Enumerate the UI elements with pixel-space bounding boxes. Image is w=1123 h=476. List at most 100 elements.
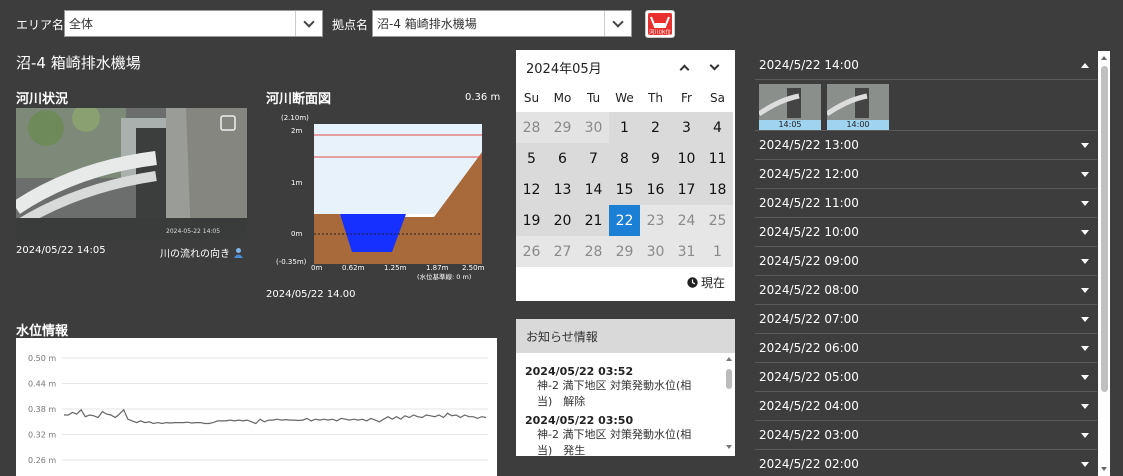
baseline-note: (水位基準線: 0 m) bbox=[417, 272, 471, 281]
expand-icon[interactable] bbox=[1081, 229, 1089, 235]
history-item[interactable]: 2024/5/22 08:00 bbox=[755, 276, 1097, 305]
x-label: 0m bbox=[311, 264, 322, 272]
calendar-day[interactable]: 15 bbox=[609, 174, 640, 205]
history-item-expanded[interactable]: 2024/5/22 14:00 bbox=[755, 51, 1097, 80]
camera-overlay-text: 2024-05-22 14:05 bbox=[166, 228, 220, 235]
weekday-label: Tu bbox=[578, 84, 609, 112]
history-item[interactable]: 2024/5/22 09:00 bbox=[755, 247, 1097, 276]
chevron-down-icon[interactable] bbox=[703, 57, 725, 77]
calendar-day[interactable]: 17 bbox=[671, 174, 702, 205]
calendar-day[interactable]: 5 bbox=[516, 143, 547, 174]
expand-icon[interactable] bbox=[1081, 432, 1089, 438]
flow-direction-icon bbox=[234, 248, 243, 258]
history-item[interactable]: 2024/5/22 03:00 bbox=[755, 421, 1097, 450]
expand-icon[interactable] bbox=[1081, 316, 1089, 322]
calendar-day[interactable]: 18 bbox=[702, 174, 733, 205]
collapse-icon[interactable] bbox=[1081, 62, 1089, 68]
site-select[interactable]: 沼-4 箱崎排水機場 bbox=[372, 10, 632, 37]
notice-scrollbar[interactable] bbox=[725, 357, 733, 453]
expand-icon[interactable] bbox=[1081, 287, 1089, 293]
river-camera-image[interactable]: 2024-05-22 14:05 bbox=[16, 108, 247, 239]
expand-icon[interactable] bbox=[1081, 200, 1089, 206]
thumbnail-time: 14:05 bbox=[759, 120, 821, 130]
y-tick-label: 0.38 m bbox=[28, 405, 56, 414]
history-thumbnails: 14:05 14:00 bbox=[755, 80, 1097, 131]
expand-icon[interactable] bbox=[1081, 345, 1089, 351]
expand-icon[interactable] bbox=[1081, 171, 1089, 177]
expand-icon[interactable] bbox=[1081, 461, 1089, 467]
chevron-up-icon[interactable] bbox=[673, 57, 695, 77]
expand-icon[interactable] bbox=[1081, 403, 1089, 409]
calendar-day[interactable]: 21 bbox=[578, 205, 609, 236]
calendar-day[interactable]: 7 bbox=[578, 143, 609, 174]
x-label: 0.62m bbox=[342, 264, 365, 272]
y-tick-label: 0.44 m bbox=[28, 380, 56, 389]
history-item-label: 2024/5/22 14:00 bbox=[759, 58, 859, 72]
history-item[interactable]: 2024/5/22 04:00 bbox=[755, 392, 1097, 421]
calendar-day[interactable]: 9 bbox=[640, 143, 671, 174]
calendar-day: 31 bbox=[671, 236, 702, 267]
calendar-day: 1 bbox=[702, 236, 733, 267]
history-item[interactable]: 2024/5/22 10:00 bbox=[755, 218, 1097, 247]
history-item[interactable]: 2024/5/22 06:00 bbox=[755, 334, 1097, 363]
flow-direction: 川の流れの向き bbox=[160, 245, 244, 260]
calendar-day: 26 bbox=[516, 236, 547, 267]
calendar-day[interactable]: 13 bbox=[547, 174, 578, 205]
calendar-day[interactable]: 4 bbox=[702, 112, 733, 143]
history-item-label: 2024/5/22 05:00 bbox=[759, 370, 859, 384]
history-item[interactable]: 2024/5/22 02:00 bbox=[755, 450, 1097, 476]
calendar-day[interactable]: 8 bbox=[609, 143, 640, 174]
history-item[interactable]: 2024/5/22 11:00 bbox=[755, 189, 1097, 218]
calendar-day[interactable]: 12 bbox=[516, 174, 547, 205]
cross-section-timestamp: 2024/05/22 14.00 bbox=[266, 289, 356, 300]
calendar-day: 23 bbox=[640, 205, 671, 236]
calendar-day: 28 bbox=[516, 112, 547, 143]
calendar-day[interactable]: 19 bbox=[516, 205, 547, 236]
notice-title: お知らせ情報 bbox=[516, 319, 735, 353]
notice-date: 2024/05/22 03:50 bbox=[525, 414, 634, 427]
y-label: 0m bbox=[291, 230, 302, 238]
y-tick-label: 0.50 m bbox=[28, 354, 56, 363]
expand-icon[interactable] bbox=[1081, 374, 1089, 380]
thumbnail-time: 14:00 bbox=[827, 120, 889, 130]
calendar-day-selected[interactable]: 22 bbox=[609, 205, 640, 236]
history-item[interactable]: 2024/5/22 12:00 bbox=[755, 160, 1097, 189]
history-item-label: 2024/5/22 09:00 bbox=[759, 254, 859, 268]
history-thumbnail[interactable]: 14:05 bbox=[757, 84, 821, 130]
weekday-label: Fr bbox=[671, 84, 702, 112]
history-item-label: 2024/5/22 03:00 bbox=[759, 428, 859, 442]
calendar-days: 28 29 30 1 2 3 4 5 6 7 8 9 10 11 12 13 14 15 16 17 18 19 20 21 2… bbox=[516, 112, 735, 267]
history-item-label: 2024/5/22 13:00 bbox=[759, 138, 859, 152]
area-select[interactable]: 全体 bbox=[64, 10, 323, 37]
notice-list: 2024/05/22 03:52 神-2 満下地区 対策発動水位(相 当) 解除… bbox=[516, 353, 735, 456]
now-button[interactable]: 現在 bbox=[516, 267, 735, 291]
calendar-day[interactable]: 20 bbox=[547, 205, 578, 236]
history-item[interactable]: 2024/5/22 05:00 bbox=[755, 363, 1097, 392]
calendar-day[interactable]: 1 bbox=[609, 112, 640, 143]
calendar-day[interactable]: 16 bbox=[640, 174, 671, 205]
calendar-day[interactable]: 14 bbox=[578, 174, 609, 205]
history-scrollbar[interactable] bbox=[1098, 51, 1110, 476]
calendar-day[interactable]: 3 bbox=[671, 112, 702, 143]
history-item[interactable]: 2024/5/22 13:00 bbox=[755, 131, 1097, 160]
chevron-down-icon[interactable] bbox=[604, 11, 631, 36]
calendar-day: 29 bbox=[547, 112, 578, 143]
site-title: 沼-4 箱崎排水機場 bbox=[16, 54, 141, 72]
calendar-day[interactable]: 2 bbox=[640, 112, 671, 143]
expand-icon[interactable] bbox=[1081, 142, 1089, 148]
river-water-level-button[interactable]: 河川水位 bbox=[645, 10, 675, 38]
history-item-label: 2024/5/22 12:00 bbox=[759, 167, 859, 181]
site-label: 拠点名 bbox=[332, 18, 369, 32]
history-thumbnail[interactable]: 14:00 bbox=[825, 84, 889, 130]
calendar-day[interactable]: 10 bbox=[671, 143, 702, 174]
river-status-title: 河川状況 bbox=[16, 92, 69, 107]
chevron-down-icon[interactable] bbox=[295, 11, 322, 36]
expand-icon[interactable] bbox=[1081, 258, 1089, 264]
history-item[interactable]: 2024/5/22 07:00 bbox=[755, 305, 1097, 334]
x-label: 1.25m bbox=[384, 264, 407, 272]
history-item-label: 2024/5/22 08:00 bbox=[759, 283, 859, 297]
history-list: 2024/5/22 14:00 14:05 14:00 2024/5/22 13… bbox=[755, 51, 1097, 476]
calendar-day[interactable]: 11 bbox=[702, 143, 733, 174]
now-label: 現在 bbox=[700, 276, 725, 290]
calendar-day[interactable]: 6 bbox=[547, 143, 578, 174]
